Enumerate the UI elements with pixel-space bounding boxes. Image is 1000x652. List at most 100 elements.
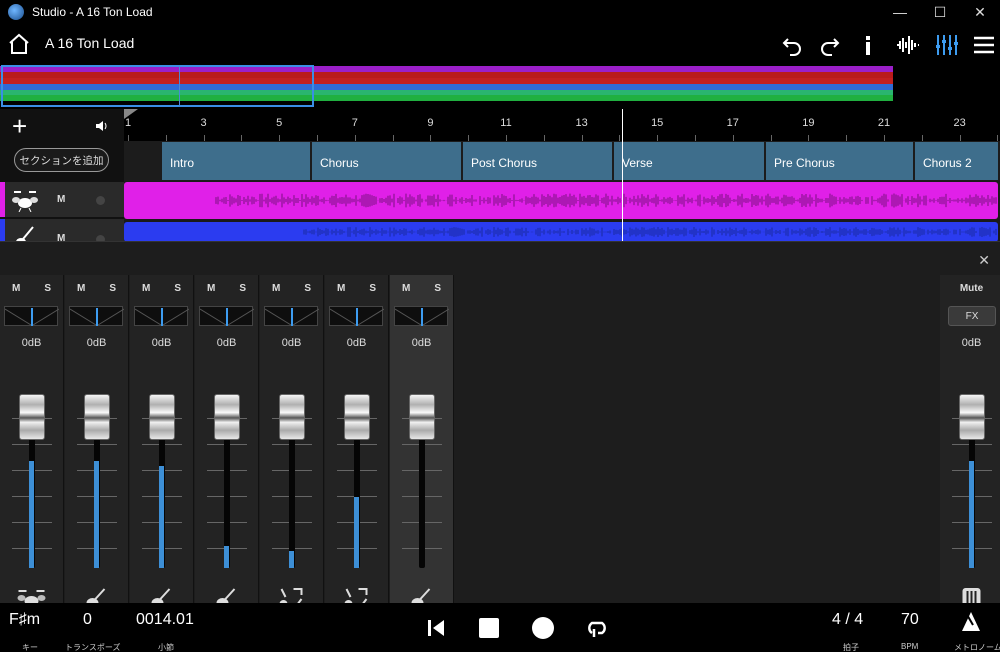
pan-control[interactable] (134, 306, 189, 326)
volume-fader-knob[interactable] (409, 394, 435, 440)
home-icon[interactable] (8, 33, 30, 55)
ruler-bar-number: 21 (877, 117, 891, 129)
key-value[interactable]: F♯m (9, 611, 40, 629)
track-record-dot[interactable] (96, 196, 105, 205)
transport-bar: F♯m キー 0 トランスポーズ 0014.01 小節 4 / 4 拍子 70 … (0, 603, 1000, 652)
main-mute-button[interactable]: Mute (940, 283, 1000, 294)
bpm-value[interactable]: 70 (901, 611, 919, 629)
volume-fader-knob[interactable] (344, 394, 370, 440)
add-track-button[interactable]: + (12, 113, 27, 139)
guitar-waveform (303, 227, 997, 237)
mixer-toggle-icon[interactable] (933, 33, 959, 57)
mute-button[interactable]: M (337, 283, 345, 294)
ruler-bar-number: 15 (651, 117, 664, 129)
section-block[interactable]: Post Chorus (463, 142, 614, 180)
volume-fader-knob[interactable] (214, 394, 240, 440)
playhead[interactable] (622, 109, 623, 242)
volume-db-readout: 0dB (86, 337, 107, 349)
volume-fader-knob[interactable] (19, 394, 45, 440)
time-signature-label: 拍子 (843, 643, 859, 652)
close-window-button[interactable]: ✕ (960, 0, 1000, 24)
guitar-audio-region[interactable] (124, 222, 998, 242)
level-meter (224, 546, 229, 568)
channel-strip: MS0dBDrums (0, 275, 64, 636)
section-block[interactable]: Verse (614, 142, 766, 180)
section-block[interactable]: Intro (162, 142, 312, 180)
fx-button[interactable]: FX (948, 306, 996, 326)
track-color (0, 182, 5, 217)
volume-fader-knob[interactable] (279, 394, 305, 440)
mute-button[interactable]: M (207, 283, 215, 294)
ruler-bar-number: 1 (124, 117, 132, 129)
timeline-ruler[interactable]: 1 3 5 7 9 11 13 15 17 19 21 23 (124, 109, 1000, 141)
ruler-bar-number: 9 (427, 117, 434, 129)
app-window: Studio - A 16 Ton Load — ☐ ✕ A 16 Ton Lo… (0, 0, 1000, 652)
minimize-button[interactable]: — (880, 0, 920, 24)
solo-button[interactable]: S (109, 283, 116, 294)
overview-view-window[interactable] (1, 65, 314, 107)
ruler-bar-number: 3 (200, 117, 207, 129)
bar-position-value[interactable]: 0014.01 (136, 611, 194, 629)
mute-button[interactable]: M (272, 283, 280, 294)
track-header[interactable]: M (0, 182, 124, 218)
mute-button[interactable]: M (402, 283, 410, 294)
drums-audio-region[interactable] (124, 182, 998, 219)
pan-control[interactable] (4, 306, 59, 326)
pan-control[interactable] (264, 306, 319, 326)
record-icon[interactable] (530, 615, 556, 641)
solo-button[interactable]: S (174, 283, 181, 294)
ruler-bar-number: 13 (575, 117, 588, 129)
menu-icon[interactable] (971, 33, 997, 57)
song-overview[interactable] (0, 64, 1000, 108)
loop-icon[interactable] (584, 615, 610, 641)
pan-control[interactable] (199, 306, 254, 326)
solo-button[interactable]: S (369, 283, 376, 294)
volume-db-readout: 0dB (21, 337, 42, 349)
mixer-panel: ✕ MS0dBDrumsMS0dBBassMS0dBGuitarMS0dBGui… (0, 241, 1000, 636)
transpose-value[interactable]: 0 (83, 611, 92, 629)
time-signature-value[interactable]: 4 / 4 (832, 611, 863, 629)
section-block[interactable]: Chorus (312, 142, 463, 180)
drums-icon (12, 191, 38, 212)
track-header[interactable]: M (0, 219, 124, 246)
undo-icon[interactable] (779, 33, 805, 57)
add-section-button[interactable]: セクションを追加 (14, 148, 109, 172)
pan-control[interactable] (394, 306, 449, 326)
metronome-icon[interactable] (958, 609, 984, 635)
mute-button[interactable]: M (77, 283, 85, 294)
mute-button[interactable]: M (12, 283, 20, 294)
section-block[interactable]: Chorus 2 (915, 142, 1000, 180)
waveform-icon[interactable] (895, 33, 921, 57)
solo-button[interactable]: S (304, 283, 311, 294)
stop-icon[interactable] (476, 615, 502, 641)
bar-position-label: 小節 (158, 643, 174, 652)
volume-db-readout: 0dB (151, 337, 172, 349)
solo-button[interactable]: S (44, 283, 51, 294)
track-mute-button[interactable]: M (57, 194, 65, 205)
drums-waveform (215, 193, 997, 208)
volume-db-readout: 0dB (281, 337, 302, 349)
solo-button[interactable]: S (434, 283, 441, 294)
speaker-icon[interactable] (95, 119, 109, 133)
solo-button[interactable]: S (239, 283, 246, 294)
level-meter (159, 466, 164, 568)
maximize-button[interactable]: ☐ (920, 0, 960, 24)
close-mixer-button[interactable]: ✕ (978, 252, 990, 269)
rewind-icon[interactable] (423, 615, 449, 641)
song-header: A 16 Ton Load (0, 28, 1000, 62)
volume-fader-knob[interactable] (84, 394, 110, 440)
channel-strip: MS0dBBass (65, 275, 129, 636)
redo-icon[interactable] (817, 33, 843, 57)
volume-fader-knob[interactable] (959, 394, 985, 440)
info-icon[interactable] (855, 33, 881, 57)
main-channel-strip: MuteFX0dBメイン (940, 275, 1000, 636)
channel-strip: MS0dBGuitar (130, 275, 194, 636)
mute-button[interactable]: M (142, 283, 150, 294)
pan-control[interactable] (69, 306, 124, 326)
ruler-bar-number: 23 (953, 117, 966, 129)
channel-strip: MS0dBBrass (260, 275, 324, 636)
volume-db-readout: 0dB (216, 337, 237, 349)
pan-control[interactable] (329, 306, 384, 326)
section-block[interactable]: Pre Chorus (766, 142, 915, 180)
volume-fader-knob[interactable] (149, 394, 175, 440)
